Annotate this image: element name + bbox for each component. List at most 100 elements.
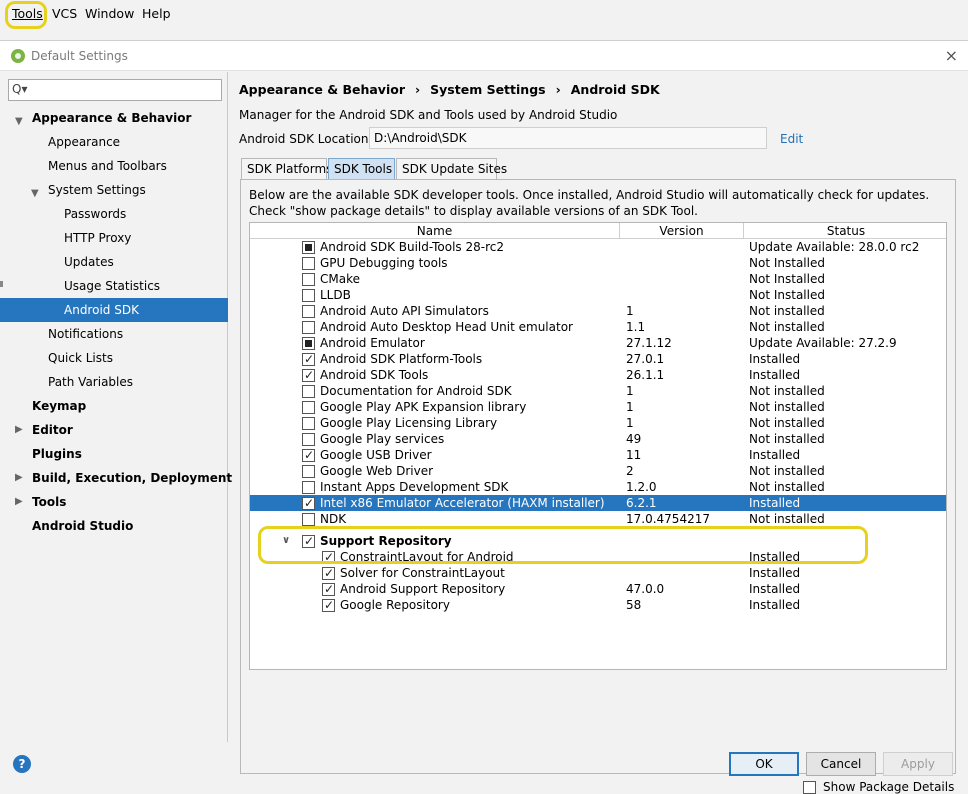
row-checkbox[interactable] (302, 495, 315, 511)
row-checkbox[interactable] (302, 289, 315, 302)
row-checkbox[interactable] (302, 337, 315, 350)
ok-button[interactable]: OK (729, 752, 799, 776)
table-row[interactable]: Google USB Driver 11 Installed (250, 447, 946, 463)
row-checkbox[interactable] (302, 447, 315, 463)
table-row[interactable]: Intel x86 Emulator Accelerator (HAXM ins… (250, 495, 946, 511)
row-name: Android Auto API Simulators (320, 304, 489, 318)
sdk-location-field[interactable]: D:\Android\SDK (369, 127, 767, 149)
row-checkbox[interactable] (302, 305, 315, 318)
tree-item-notifications[interactable]: Notifications (48, 323, 123, 345)
row-name: Instant Apps Development SDK (320, 480, 509, 494)
expanded-arrow-icon[interactable]: ▼ (31, 188, 39, 199)
table-row[interactable]: Instant Apps Development SDK 1.2.0 Not ins… (250, 479, 946, 495)
tab-sdk-platforms[interactable]: SDK Platforms (241, 158, 332, 180)
tree-item-build-execution-deployment[interactable]: Build, Execution, Deployment (32, 467, 232, 489)
table-row[interactable]: Documentation for Android SDK 1 Not instal… (250, 383, 946, 399)
table-row[interactable]: Android Auto API Simulators 1 Not installe… (250, 303, 946, 319)
collapsed-arrow-icon[interactable]: ▶ (15, 424, 23, 435)
column-header-version[interactable]: Version (620, 223, 744, 239)
row-status: Not installed (749, 512, 825, 526)
tree-item-system-settings[interactable]: System Settings (48, 179, 146, 201)
tree-item-menus-toolbars[interactable]: Menus and Toolbars (48, 155, 167, 177)
tree-item-path-variables[interactable]: Path Variables (48, 371, 133, 393)
row-version: 26.1.1 (626, 368, 665, 382)
table-row[interactable]: NDK 17.0.4754217 Not installed (250, 511, 946, 527)
tab-sdk-update-sites[interactable]: SDK Update Sites (396, 158, 507, 180)
breadcrumb-item: Android SDK (570, 82, 660, 97)
row-name: Android Support Repository (340, 582, 506, 596)
menu-vcs[interactable]: VCS (52, 6, 77, 21)
collapsed-arrow-icon[interactable]: ▶ (15, 472, 23, 483)
info-text: Below are the available SDK developer to… (249, 188, 930, 202)
menu-window[interactable]: Window (85, 6, 134, 21)
breadcrumb-separator: › (555, 82, 561, 97)
table-row[interactable]: Solver for ConstraintLayout Installed (250, 565, 946, 581)
table-row[interactable]: Google Web Driver 2 Not installed (250, 463, 946, 479)
table-row[interactable]: LLDB Not Installed (250, 287, 946, 303)
apply-button[interactable]: Apply (883, 752, 953, 776)
tree-item-tools[interactable]: Tools (32, 491, 66, 513)
table-row[interactable]: Google Repository 58 Installed (250, 597, 946, 613)
sdk-tools-table: Name Version Status Android SDK Build-To… (249, 222, 947, 670)
tree-item-usage-statistics[interactable]: Usage Statistics (64, 275, 160, 297)
table-row[interactable]: Google Play Licensing Library 1 Not instal… (250, 415, 946, 431)
table-row[interactable]: Google Play APK Expansion library 1 Not in… (250, 399, 946, 415)
tree-item-appearance[interactable]: Appearance (48, 131, 120, 153)
tree-item-editor[interactable]: Editor (32, 419, 73, 441)
tree-item-quick-lists[interactable]: Quick Lists (48, 347, 113, 369)
help-button[interactable]: ? (13, 755, 31, 773)
row-name: Google Web Driver (320, 464, 434, 478)
row-checkbox[interactable] (302, 351, 315, 367)
table-row[interactable]: Android SDK Build-Tools 28-rc2 Update Ava… (250, 239, 946, 255)
show-details-checkbox[interactable] (803, 781, 816, 794)
tree-item-android-studio[interactable]: Android Studio (32, 515, 133, 537)
collapsed-arrow-icon[interactable]: ▶ (15, 496, 23, 507)
tree-item-keymap[interactable]: Keymap (32, 395, 86, 417)
menu-help[interactable]: Help (142, 6, 171, 21)
search-input[interactable]: Q▾ (8, 79, 222, 101)
cancel-button[interactable]: Cancel (806, 752, 876, 776)
row-status: Not installed (749, 400, 825, 414)
breadcrumb-item: System Settings (430, 82, 546, 97)
row-checkbox[interactable] (302, 401, 315, 414)
tree-item-updates[interactable]: Updates (64, 251, 114, 273)
row-checkbox[interactable] (322, 565, 335, 581)
edit-link[interactable]: Edit (780, 132, 803, 146)
tab-sdk-tools[interactable]: SDK Tools (328, 158, 395, 180)
table-row[interactable]: Google Play services 49 Not installed (250, 431, 946, 447)
table-row[interactable]: Android SDK Platform-Tools 27.0.1 Installe… (250, 351, 946, 367)
row-checkbox[interactable] (322, 581, 335, 597)
table-row[interactable]: Android Auto Desktop Head Unit emulator 1… (250, 319, 946, 335)
column-header-status[interactable]: Status (744, 223, 946, 239)
column-header-name[interactable]: Name (250, 223, 620, 239)
table-row[interactable]: CMake Not Installed (250, 271, 946, 287)
tree-item-appearance-behavior[interactable]: Appearance & Behavior (32, 107, 191, 129)
table-row[interactable]: Android Emulator 27.1.12 Update Available:… (250, 335, 946, 351)
row-checkbox[interactable] (322, 597, 335, 613)
breadcrumb-separator: › (415, 82, 421, 97)
tree-item-plugins[interactable]: Plugins (32, 443, 82, 465)
row-checkbox[interactable] (302, 417, 315, 430)
row-checkbox[interactable] (302, 465, 315, 478)
table-row[interactable]: Android Support Repository 47.0.0 Installe… (250, 581, 946, 597)
row-status: Not installed (749, 320, 825, 334)
row-version: 11 (626, 448, 642, 462)
row-checkbox[interactable] (302, 257, 315, 270)
table-row[interactable]: Android SDK Tools 26.1.1 Installed (250, 367, 946, 383)
close-icon[interactable]: × (945, 46, 958, 65)
row-checkbox[interactable] (302, 321, 315, 334)
tree-item-passwords[interactable]: Passwords (64, 203, 126, 225)
row-checkbox[interactable] (302, 367, 315, 383)
row-name: Android SDK Platform-Tools (320, 352, 483, 366)
row-checkbox[interactable] (302, 481, 315, 494)
row-checkbox[interactable] (302, 513, 315, 526)
row-checkbox[interactable] (302, 241, 315, 254)
row-checkbox[interactable] (302, 433, 315, 446)
expanded-arrow-icon[interactable]: ▼ (15, 116, 23, 127)
row-checkbox[interactable] (302, 273, 315, 286)
row-status: Update Available: 28.0.0 rc2 (749, 240, 920, 254)
table-row[interactable]: GPU Debugging tools Not Installed (250, 255, 946, 271)
tree-item-android-sdk[interactable]: Android SDK (64, 299, 139, 321)
row-checkbox[interactable] (302, 385, 315, 398)
tree-item-http-proxy[interactable]: HTTP Proxy (64, 227, 131, 249)
